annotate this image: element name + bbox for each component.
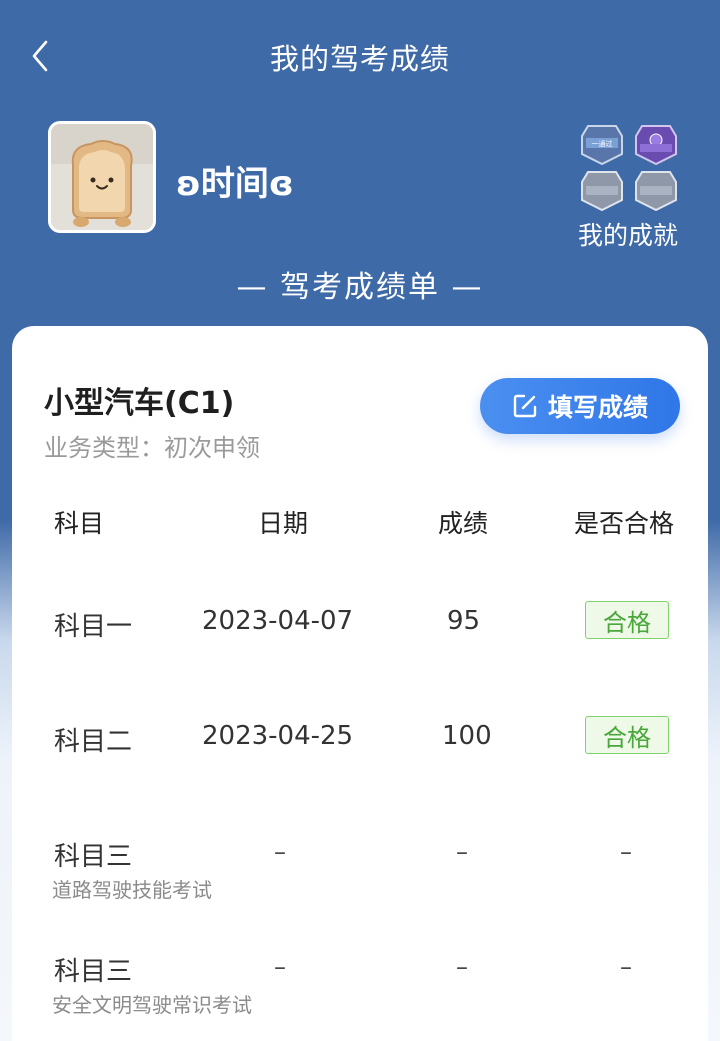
row-result: – (620, 838, 632, 866)
row-date: 2023-04-25 (202, 721, 354, 751)
row-score: 95 (447, 606, 481, 636)
row-subtitle: 安全文明驾驶常识考试 (52, 993, 252, 1017)
section-title: — 驾考成绩单 — (236, 270, 484, 305)
pass-badge: 合格 (585, 601, 669, 639)
business-type: 业务类型：初次申领 (44, 434, 260, 462)
header-pass: 是否合格 (574, 509, 675, 538)
row-date: 2023-04-07 (202, 606, 354, 636)
avatar[interactable] (48, 121, 156, 233)
svg-text:一通过: 一通过 (592, 139, 613, 148)
row-date: – (274, 953, 286, 981)
page-title: 我的驾考成绩 (269, 42, 450, 76)
row-score: 100 (442, 721, 492, 751)
achievement-badges[interactable]: 一通过 (576, 120, 686, 215)
row-score: – (456, 838, 468, 866)
medal-icon: 一通过 (581, 125, 677, 212)
row-subtitle: 道路驾驶技能考试 (52, 878, 212, 902)
vehicle-type: 小型汽车(C1) (44, 386, 235, 421)
fill-score-label: 填写成绩 (547, 393, 648, 422)
row-score: – (456, 953, 468, 981)
top-bar: 我的驾考成绩 (0, 0, 720, 110)
score-card: 小型汽车(C1) 业务类型：初次申领 填写成绩 科目 日期 成绩 是否合格 科目… (12, 326, 708, 1041)
header-date: 日期 (258, 509, 309, 538)
toast-avatar-image (51, 124, 153, 230)
row-subject: 科目三 (54, 842, 133, 872)
row-subject: 科目三 (54, 957, 133, 987)
username: ʚ时间ɞ (176, 164, 294, 204)
header-score: 成绩 (438, 509, 489, 538)
edit-icon (513, 394, 537, 418)
row-date: – (274, 838, 286, 866)
row-subject: 科目一 (54, 612, 133, 642)
pass-badge: 合格 (585, 716, 669, 754)
achievements-label[interactable]: 我的成就 (566, 216, 690, 252)
fill-score-button[interactable]: 填写成绩 (480, 378, 680, 434)
header-subject: 科目 (54, 509, 105, 538)
row-subject: 科目二 (54, 727, 133, 757)
row-result: – (620, 953, 632, 981)
